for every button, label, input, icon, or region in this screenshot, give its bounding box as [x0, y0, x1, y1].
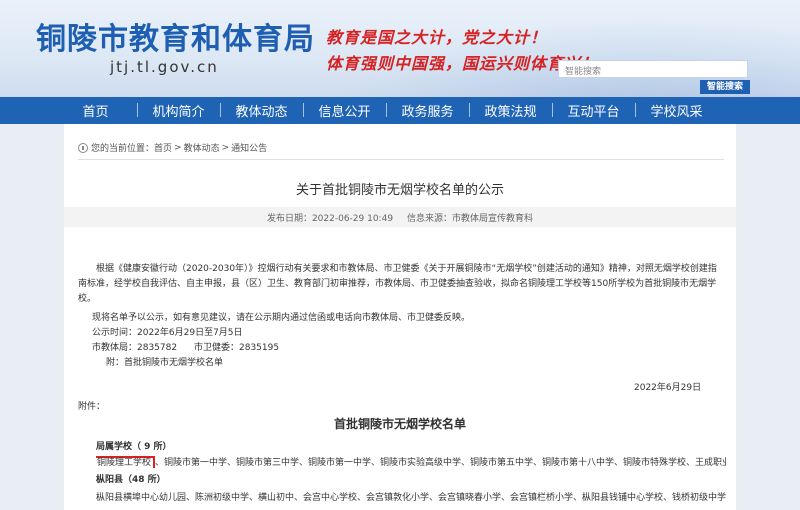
- search-input[interactable]: 智能搜索: [558, 60, 748, 78]
- site-domain: jtj.tl.gov.cn: [110, 58, 219, 76]
- article-paragraph-1: 根据《健康安徽行动（2020-2030年）》控烟行动有关要求和市教体局、市卫健委…: [78, 264, 717, 304]
- content-panel: 您的当前位置： 首页 > 教体动态 > 通知公告 关于首批铜陵市无烟学校名单的公…: [64, 124, 736, 510]
- breadcrumb-divider: [78, 159, 724, 160]
- search-button[interactable]: 智能搜索: [700, 80, 750, 94]
- nav-item-home[interactable]: 首页: [54, 101, 137, 120]
- article-meta: 发布日期：2022-06-29 10:49 信息来源：市教体局宣传教育科: [64, 207, 736, 227]
- category-bureau-schools: 局属学校（ 9 所）: [96, 442, 172, 452]
- site-title[interactable]: 铜陵市教育和体育局: [36, 14, 315, 58]
- breadcrumb-item-notices[interactable]: 通知公告: [231, 141, 267, 154]
- phone-health: 市卫健委：2835195: [194, 343, 280, 353]
- article-source: 信息来源：市教体局宣传教育科: [407, 213, 534, 224]
- location-icon: [78, 142, 88, 153]
- category-zongyang: 枞阳县（48 所）: [96, 475, 166, 485]
- list-item: 铜陵理工学校 、铜陵市第一中学、铜陵市第三中学、铜陵市第一中学、铜陵市实验高级中学…: [96, 455, 726, 468]
- list-title: 首批铜陵市无烟学校名单: [333, 417, 466, 431]
- nav-item-about[interactable]: 机构简介: [137, 101, 220, 120]
- list-item: 枞阳县横埠中心幼儿园、陈洲初级中学、横山初中、会宫中心学校、会宫镇敦化小学、会宫…: [96, 493, 726, 503]
- nav-item-services[interactable]: 政务服务: [386, 101, 469, 120]
- attachment-note: 附：首批铜陵市无烟学校名单: [106, 358, 224, 368]
- site-header: 铜陵市教育和体育局 jtj.tl.gov.cn 教育是国之大计，党之大计！ 体育…: [0, 0, 800, 97]
- attachment-label: 附件：: [78, 402, 106, 412]
- school-list-text: 、铜陵市第一中学、铜陵市第三中学、铜陵市第一中学、铜陵市实验高级中学、铜陵市第五…: [155, 458, 726, 468]
- breadcrumb-item-news[interactable]: 教体动态: [184, 141, 220, 154]
- publicity-period: 公示时间：2022年6月29日至7月5日: [92, 328, 243, 338]
- article-title: 关于首批铜陵市无烟学校名单的公示: [295, 183, 504, 198]
- sign-date: 2022年6月29日: [634, 383, 702, 393]
- nav-item-news[interactable]: 教体动态: [220, 101, 303, 120]
- nav-item-policy[interactable]: 政策法规: [469, 101, 552, 120]
- breadcrumb-separator: >: [221, 142, 230, 153]
- breadcrumb-item-home[interactable]: 首页: [154, 141, 172, 154]
- publish-date: 发布日期：2022-06-29 10:49: [266, 213, 394, 224]
- nav-item-interaction[interactable]: 互动平台: [552, 101, 635, 120]
- phone-edu: 市教体局：2835782: [92, 343, 178, 353]
- nav-item-info[interactable]: 信息公开: [303, 101, 386, 120]
- breadcrumb-separator: >: [174, 142, 182, 153]
- highlighted-school[interactable]: 铜陵理工学校: [96, 456, 156, 468]
- nav-item-schools[interactable]: 学校风采: [635, 101, 718, 120]
- main-nav: 首页 机构简介 教体动态 信息公开 政务服务 政策法规 互动平台 学校风采: [0, 97, 800, 124]
- article-paragraph-2: 现将名单予以公示，如有意见建议，请在公示期内通过信函或电话向市教体局、市卫健委反…: [92, 313, 471, 323]
- slogan-line-1: 教育是国之大计，党之大计！: [326, 28, 548, 47]
- breadcrumb-prefix: 您的当前位置：: [91, 144, 155, 154]
- breadcrumb: 您的当前位置： 首页 > 教体动态 > 通知公告: [78, 141, 267, 154]
